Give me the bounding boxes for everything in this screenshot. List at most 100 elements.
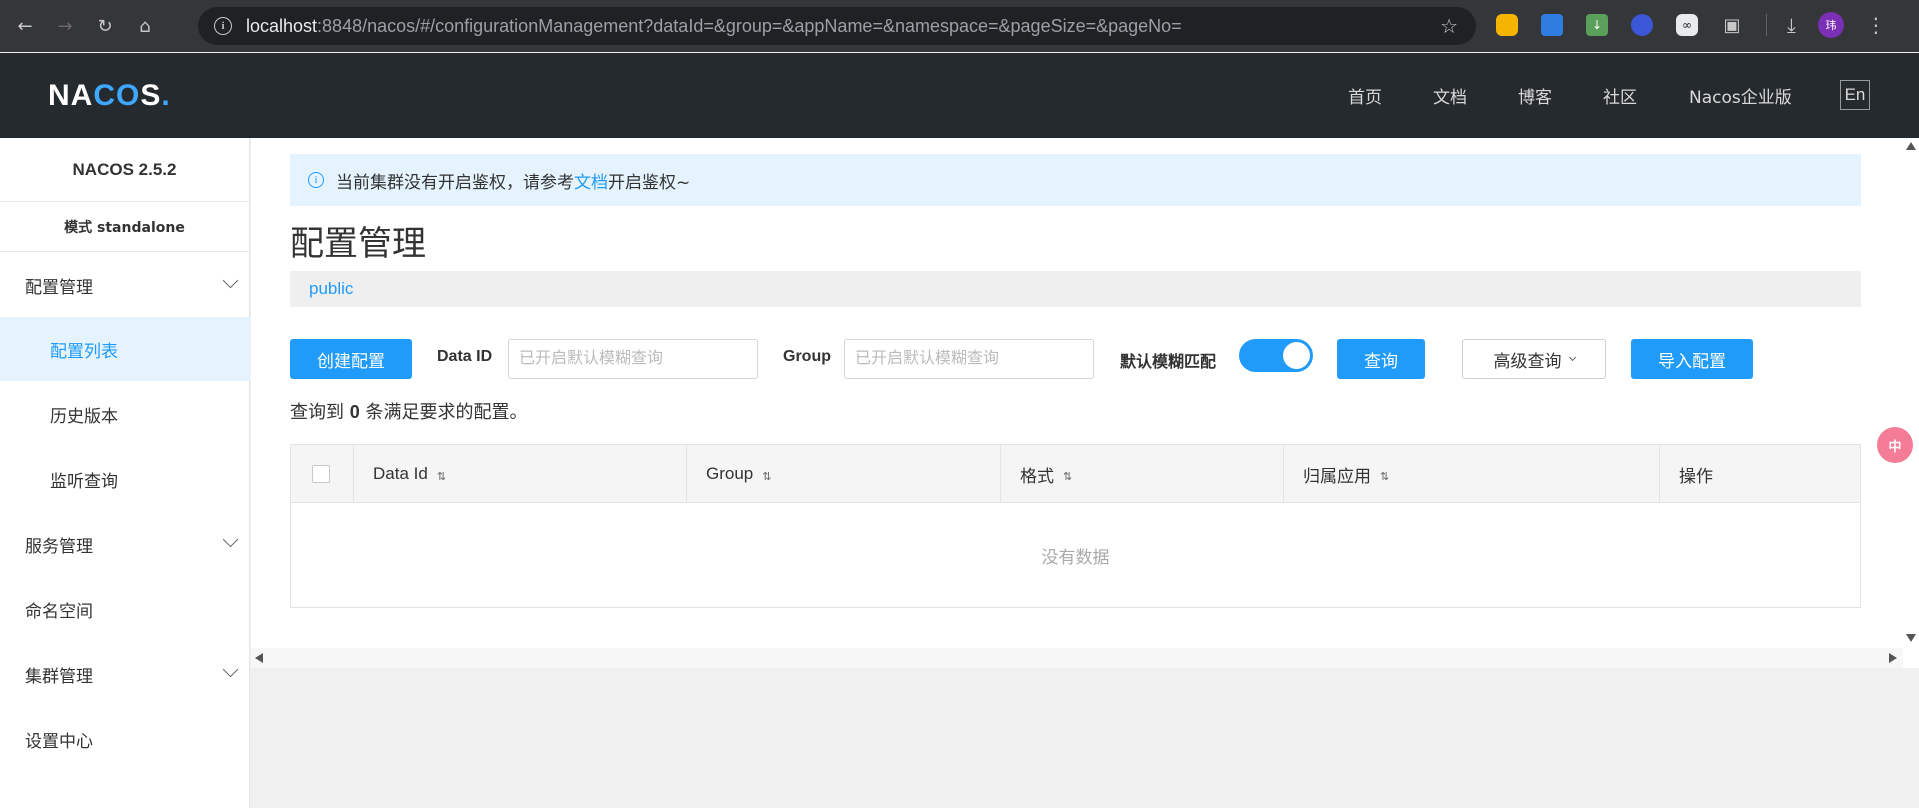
extension-download-icon[interactable]: ↓: [1586, 14, 1608, 36]
namespace-bar: public: [290, 271, 1861, 307]
chevron-down-icon: [1568, 353, 1576, 361]
app-header: NACOS. 首页 文档 博客 社区 Nacos企业版 En: [0, 53, 1919, 138]
downloads-icon[interactable]: ⤓: [1787, 13, 1796, 37]
reload-icon[interactable]: ↻: [90, 11, 120, 41]
sort-icon[interactable]: ⇅: [762, 470, 771, 483]
logo-part-2: CO: [93, 79, 141, 112]
url-text[interactable]: localhost:8848/nacos/#/configurationMana…: [246, 16, 1182, 37]
notice-text-end: 开启鉴权~: [608, 172, 691, 193]
column-group[interactable]: Group ⇅: [687, 445, 1001, 503]
notice-text: 当前集群没有开启鉴权，请参考: [336, 172, 574, 193]
sidebar-item-config-list[interactable]: 配置列表: [0, 317, 250, 381]
horizontal-scrollbar[interactable]: [251, 648, 1903, 668]
nacos-logo[interactable]: NACOS.: [48, 79, 171, 113]
scroll-up-arrow-icon[interactable]: [1906, 142, 1916, 150]
nav-enterprise[interactable]: Nacos企业版: [1689, 53, 1792, 138]
sidebar-item-label: 配置列表: [50, 341, 118, 362]
extension-yellow-icon[interactable]: [1496, 14, 1518, 36]
sidebar-item-service-management[interactable]: 服务管理: [0, 512, 250, 576]
browser-menu-icon[interactable]: ⋮: [1866, 13, 1886, 37]
nav-home[interactable]: 首页: [1348, 53, 1382, 138]
profile-avatar[interactable]: 玮: [1817, 12, 1844, 38]
sidebar-item-history[interactable]: 历史版本: [0, 382, 250, 446]
main-content: i 当前集群没有开启鉴权，请参考 文档 开启鉴权~ 配置管理 public 创建配置…: [251, 138, 1919, 668]
translate-float-icon[interactable]: 中: [1877, 427, 1913, 463]
auth-notice: i 当前集群没有开启鉴权，请参考 文档 开启鉴权~: [290, 154, 1861, 206]
address-bar[interactable]: i localhost:8848/nacos/#/configurationMa…: [198, 7, 1476, 45]
scroll-down-arrow-icon[interactable]: [1906, 634, 1916, 642]
nav-docs[interactable]: 文档: [1433, 53, 1467, 138]
column-format[interactable]: 格式 ⇅: [1001, 445, 1284, 503]
chevron-down-icon: [222, 531, 239, 548]
config-table: Data Id ⇅ Group ⇅ 格式 ⇅ 归属应用 ⇅ 操作 没有数据: [290, 444, 1861, 608]
sidebar-item-label: 命名空间: [25, 601, 93, 622]
result-prefix: 查询到: [290, 402, 344, 423]
nav-home-label: 首页: [1348, 88, 1382, 108]
sort-icon[interactable]: ⇅: [437, 470, 446, 483]
extension-blue-icon[interactable]: [1541, 14, 1563, 36]
back-arrow-icon[interactable]: ←: [10, 11, 40, 41]
group-input[interactable]: [844, 339, 1094, 379]
url-host: localhost: [246, 15, 318, 36]
column-label: Group: [706, 464, 754, 483]
home-icon[interactable]: ⌂: [130, 11, 160, 41]
sidebar-item-config-management[interactable]: 配置管理: [0, 253, 250, 317]
select-all-cell: [291, 445, 354, 503]
language-switch-button[interactable]: En: [1840, 80, 1870, 110]
select-all-checkbox[interactable]: [312, 465, 330, 483]
extensions-puzzle-icon[interactable]: ▣: [1721, 14, 1743, 36]
sidebar: NACOS 2.5.2 模式 standalone 配置管理 配置列表 历史版本…: [0, 138, 250, 808]
nav-docs-label: 文档: [1433, 88, 1467, 108]
extension-globe-icon[interactable]: [1631, 14, 1653, 36]
bookmark-star-icon[interactable]: ☆: [1440, 14, 1458, 38]
sidebar-item-listener-query[interactable]: 监听查询: [0, 447, 250, 511]
nav-community[interactable]: 社区: [1603, 53, 1637, 138]
logo-dot: .: [161, 79, 171, 112]
empty-state: 没有数据: [1041, 547, 1110, 568]
table-header: Data Id ⇅ Group ⇅ 格式 ⇅ 归属应用 ⇅ 操作: [291, 445, 1860, 503]
forward-arrow-icon[interactable]: →: [50, 11, 80, 41]
column-label: 格式: [1020, 466, 1054, 487]
data-id-label: Data ID: [437, 348, 493, 365]
sidebar-item-label: 监听查询: [50, 471, 118, 492]
chevron-down-icon: [222, 661, 239, 678]
page-title: 配置管理: [290, 224, 426, 264]
vertical-scrollbar[interactable]: [1903, 138, 1919, 668]
url-path: :8848/nacos/#/configurationManagement?da…: [317, 15, 1182, 36]
namespace-public-link[interactable]: public: [309, 279, 353, 299]
data-id-input[interactable]: [508, 339, 758, 379]
result-summary: 查询到 0 条满足要求的配置。: [290, 398, 527, 424]
group-label: Group: [783, 348, 831, 365]
import-config-button[interactable]: 导入配置: [1631, 339, 1753, 379]
sort-icon[interactable]: ⇅: [1380, 470, 1389, 483]
column-label: Data Id: [373, 464, 428, 483]
create-config-button[interactable]: 创建配置: [290, 339, 412, 379]
sidebar-item-namespace[interactable]: 命名空间: [0, 577, 250, 641]
sidebar-item-label: 历史版本: [50, 406, 118, 427]
fuzzy-match-toggle[interactable]: [1239, 339, 1313, 372]
sidebar-item-label: 配置管理: [25, 277, 93, 298]
column-label: 归属应用: [1303, 466, 1371, 487]
chevron-down-icon: [222, 272, 239, 289]
sidebar-item-settings[interactable]: 设置中心: [0, 707, 250, 771]
column-app[interactable]: 归属应用 ⇅: [1284, 445, 1660, 503]
site-info-icon[interactable]: i: [214, 17, 232, 35]
query-button[interactable]: 查询: [1337, 339, 1425, 379]
logo-part-3: S: [140, 79, 162, 112]
nav-blog-label: 博客: [1518, 88, 1552, 108]
sort-icon[interactable]: ⇅: [1063, 470, 1072, 483]
column-data-id[interactable]: Data Id ⇅: [354, 445, 687, 503]
sidebar-item-label: 集群管理: [25, 666, 93, 687]
sidebar-item-cluster-management[interactable]: 集群管理: [0, 642, 250, 706]
scroll-right-arrow-icon[interactable]: [1889, 653, 1897, 663]
notice-docs-link[interactable]: 文档: [574, 168, 608, 193]
mode-label: 模式 standalone: [0, 202, 249, 252]
nav-community-label: 社区: [1603, 88, 1637, 108]
extension-glasses-icon[interactable]: ∞: [1676, 14, 1698, 36]
advanced-query-label: 高级查询: [1493, 351, 1562, 372]
advanced-query-dropdown[interactable]: 高级查询: [1462, 339, 1606, 379]
scroll-left-arrow-icon[interactable]: [255, 653, 263, 663]
browser-toolbar: ← → ↻ ⌂ i localhost:8848/nacos/#/configu…: [0, 0, 1919, 52]
toolbar-divider: [1766, 14, 1767, 36]
nav-blog[interactable]: 博客: [1518, 53, 1552, 138]
